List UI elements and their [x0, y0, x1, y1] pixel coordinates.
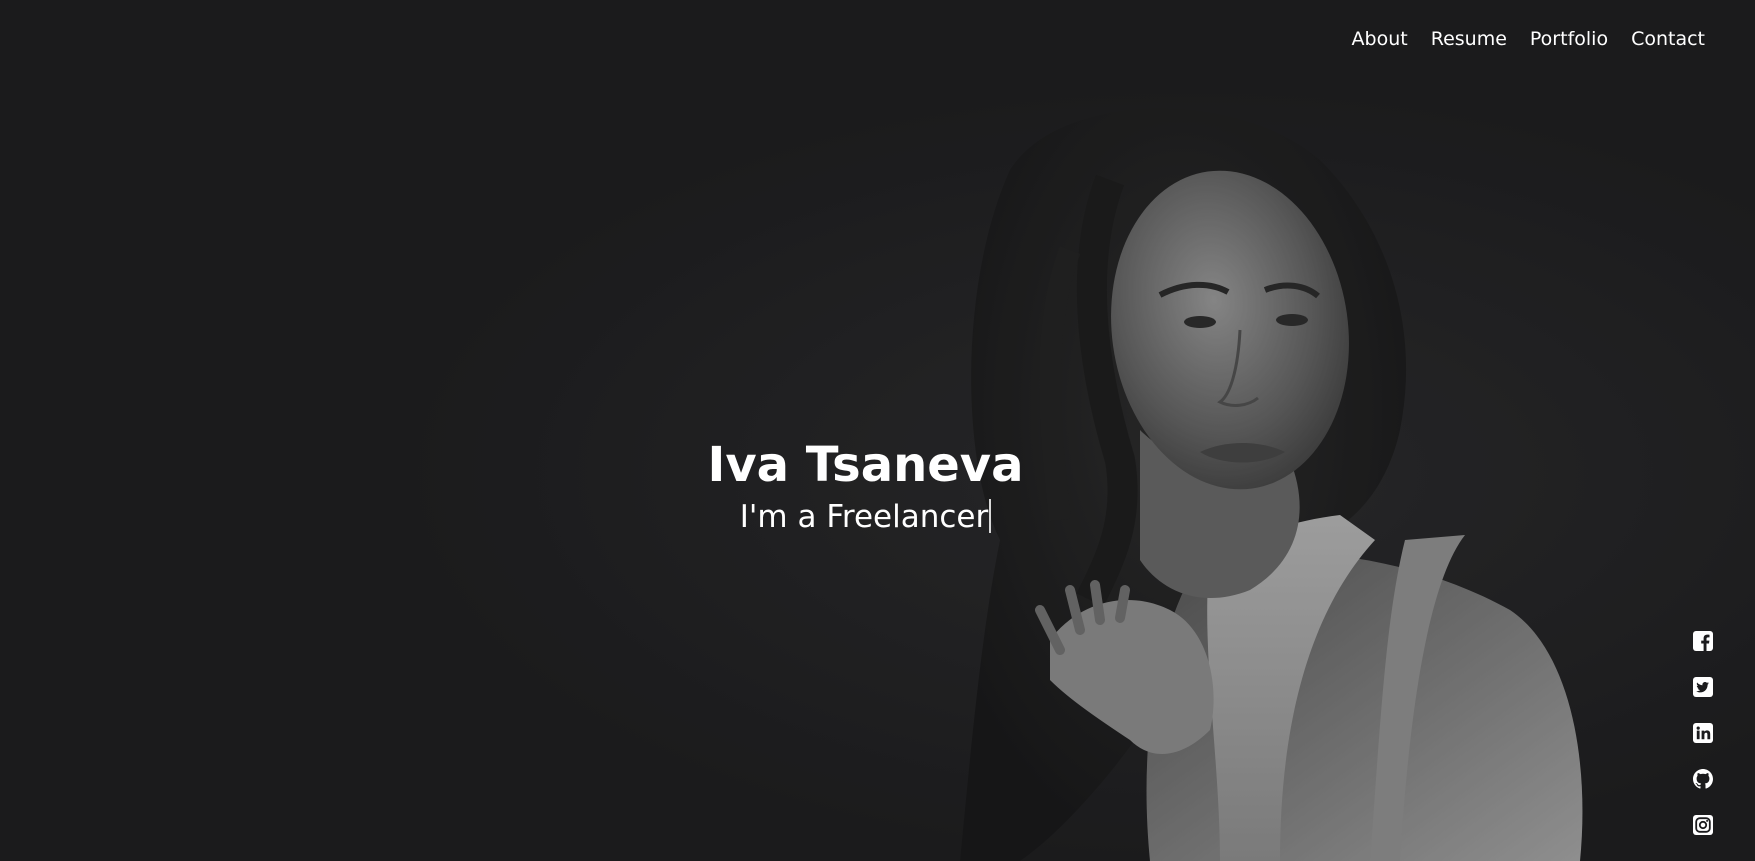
instagram-link[interactable]	[1692, 814, 1714, 836]
twitter-icon	[1693, 677, 1713, 697]
instagram-icon	[1693, 815, 1713, 835]
typing-cursor	[989, 499, 992, 533]
facebook-icon	[1693, 631, 1713, 651]
facebook-link[interactable]	[1692, 630, 1714, 652]
hero-tagline: I'm a Freelancer	[0, 495, 1731, 539]
hero-intro: Iva Tsaneva I'm a Freelancer	[0, 435, 1731, 539]
github-link[interactable]	[1692, 768, 1714, 790]
nav-link-contact[interactable]: Contact	[1631, 26, 1705, 52]
linkedin-link[interactable]	[1692, 722, 1714, 744]
nav-link-resume[interactable]: Resume	[1431, 26, 1507, 52]
nav-link-portfolio[interactable]: Portfolio	[1530, 26, 1608, 52]
twitter-link[interactable]	[1692, 676, 1714, 698]
hero-tagline-text: I'm a Freelancer	[739, 499, 989, 535]
main-nav: About Resume Portfolio Contact	[1329, 26, 1705, 52]
hero-background-image	[0, 0, 1755, 861]
social-links	[1692, 630, 1714, 836]
hero-name: Iva Tsaneva	[707, 437, 1024, 493]
hero-section: About Resume Portfolio Contact Iva Tsane…	[0, 0, 1755, 861]
github-icon	[1693, 769, 1713, 789]
linkedin-icon	[1693, 723, 1713, 743]
nav-link-about[interactable]: About	[1352, 26, 1408, 52]
